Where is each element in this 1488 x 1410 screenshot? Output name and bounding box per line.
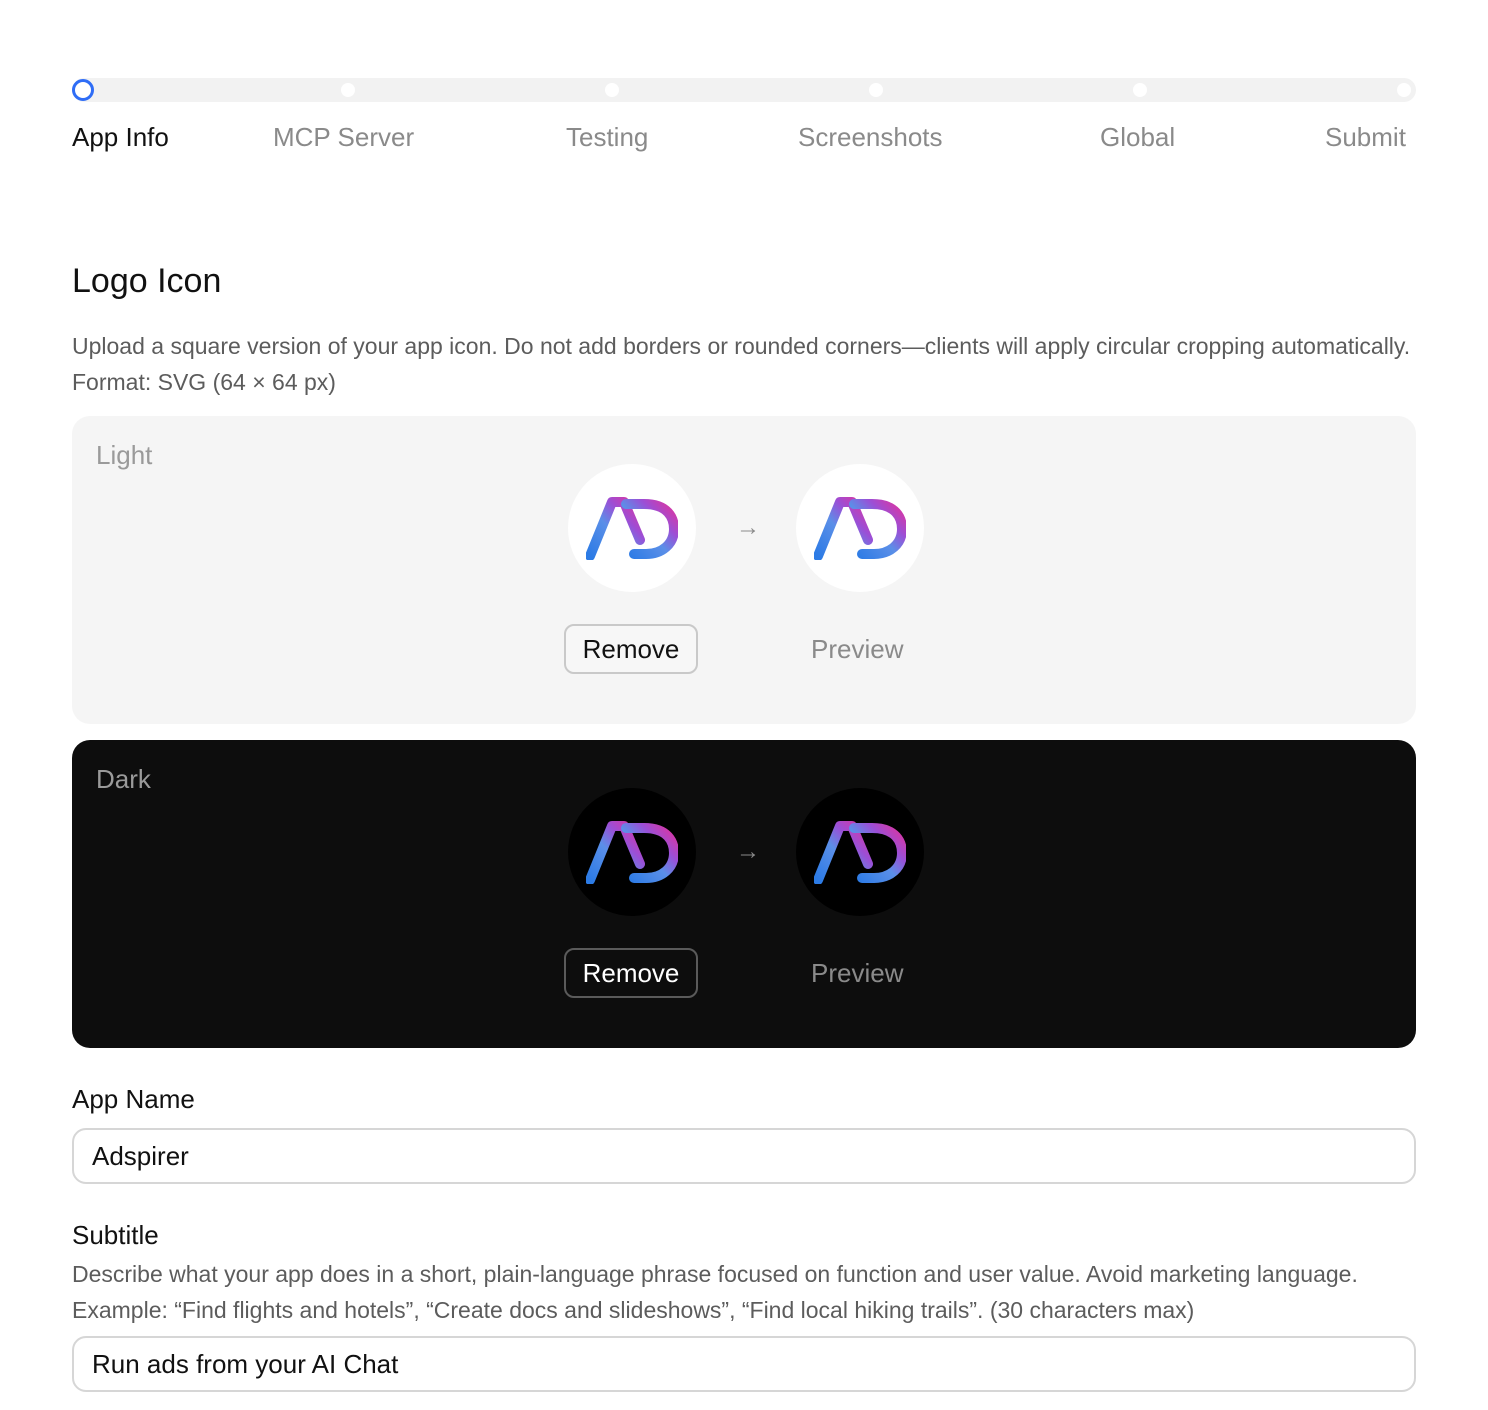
step-dot-testing[interactable] bbox=[605, 83, 619, 97]
arrow-right-icon: → bbox=[736, 838, 760, 865]
dark-preview-label: Preview bbox=[811, 958, 904, 988]
app-name-input[interactable] bbox=[72, 1128, 1416, 1184]
adspirer-logo-icon bbox=[814, 496, 906, 560]
light-preview-label: Preview bbox=[811, 634, 904, 664]
dark-preview-logo bbox=[796, 788, 924, 916]
step-dot-app-info[interactable] bbox=[72, 79, 94, 101]
light-preview-logo bbox=[796, 464, 924, 592]
dark-remove-button[interactable]: Remove bbox=[564, 948, 698, 998]
app-name-label: App Name bbox=[72, 1084, 195, 1114]
step-dot-screenshots[interactable] bbox=[869, 83, 883, 97]
light-uploaded-logo bbox=[568, 464, 696, 592]
step-dot-submit[interactable] bbox=[1397, 83, 1411, 97]
dark-logo-panel: Dark → Remove Preview bbox=[72, 740, 1416, 1048]
step-app-info[interactable]: App Info bbox=[72, 122, 169, 153]
step-submit[interactable]: Submit bbox=[1325, 122, 1406, 153]
step-mcp-server[interactable]: MCP Server bbox=[273, 122, 414, 153]
step-global[interactable]: Global bbox=[1100, 122, 1175, 153]
adspirer-logo-icon bbox=[586, 496, 678, 560]
arrow-right-icon: → bbox=[736, 514, 760, 541]
step-screenshots[interactable]: Screenshots bbox=[798, 122, 943, 153]
step-dot-mcp-server[interactable] bbox=[341, 83, 355, 97]
adspirer-logo-icon bbox=[814, 820, 906, 884]
light-logo-panel: Light → Remove Preview bbox=[72, 416, 1416, 724]
subtitle-input[interactable] bbox=[72, 1336, 1416, 1392]
dark-panel-label: Dark bbox=[96, 764, 151, 794]
subtitle-label: Subtitle bbox=[72, 1220, 159, 1250]
step-dot-global[interactable] bbox=[1133, 83, 1147, 97]
stepper-track bbox=[72, 78, 1416, 102]
adspirer-logo-icon bbox=[586, 820, 678, 884]
logo-icon-description: Upload a square version of your app icon… bbox=[72, 333, 1411, 395]
subtitle-description: Describe what your app does in a short, … bbox=[72, 1261, 1358, 1323]
step-testing[interactable]: Testing bbox=[566, 122, 648, 153]
light-panel-label: Light bbox=[96, 440, 153, 470]
logo-icon-heading: Logo Icon bbox=[72, 262, 222, 300]
light-remove-button[interactable]: Remove bbox=[564, 624, 698, 674]
dark-uploaded-logo bbox=[568, 788, 696, 916]
